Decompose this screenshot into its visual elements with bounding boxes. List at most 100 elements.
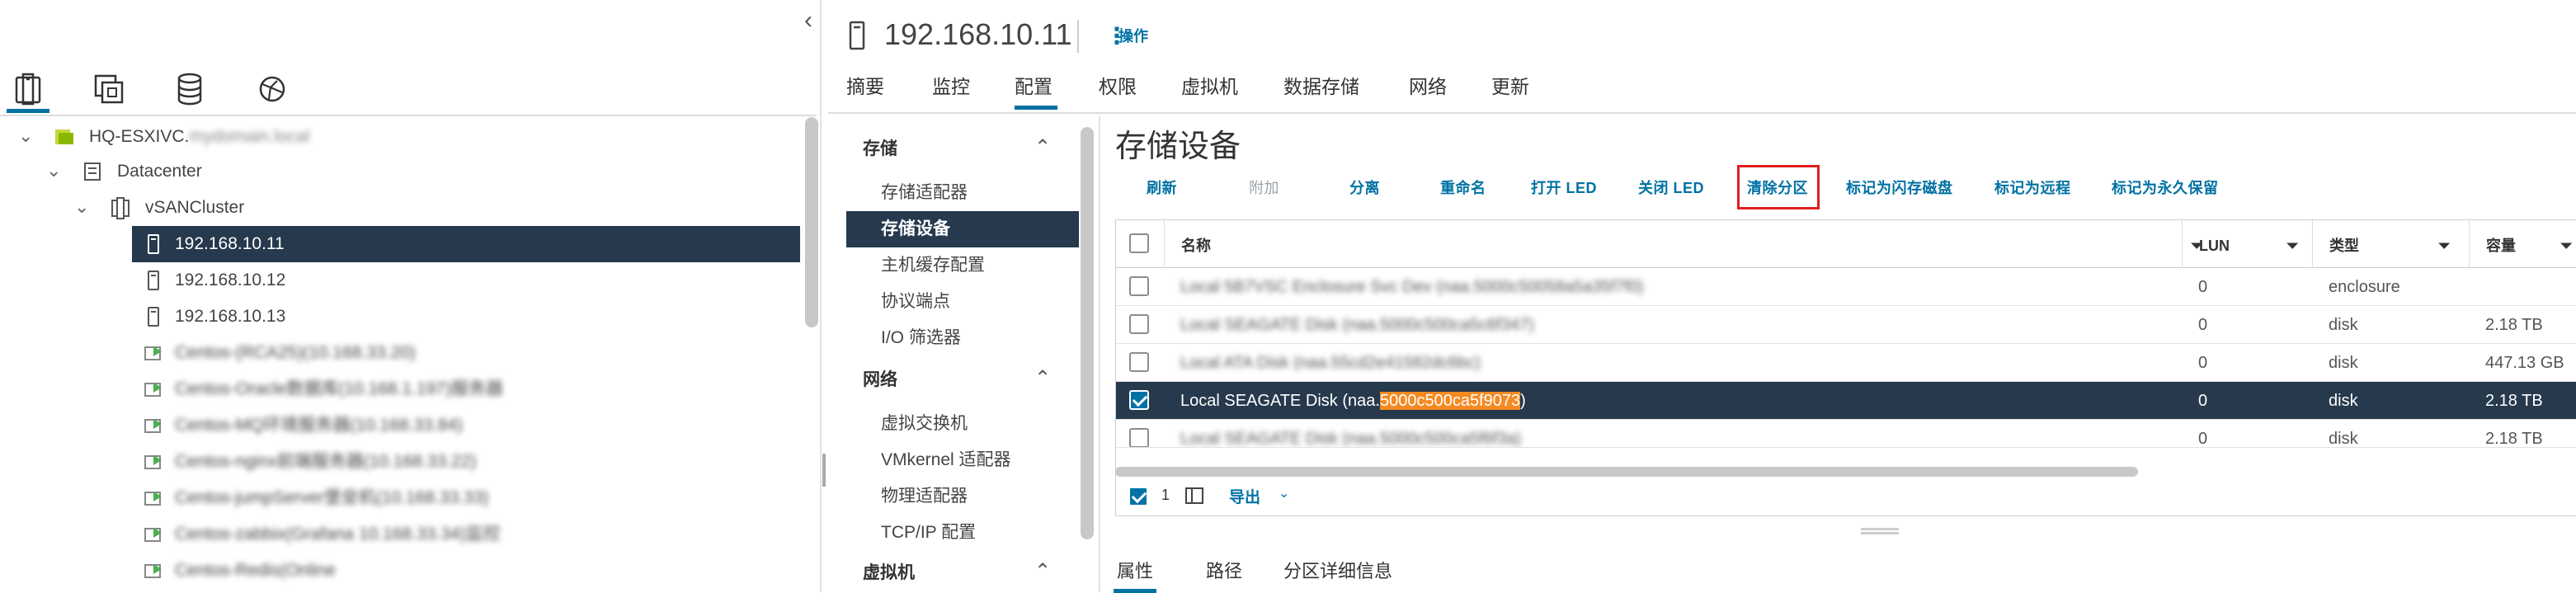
device-capacity: 2.18 TB — [2485, 392, 2543, 410]
device-name: Local SEAGATE Disk (naa.5000c500ca5f6f3a… — [1180, 430, 1522, 448]
subnav-item-vmkernel-adapters[interactable]: VMkernel 适配器 — [846, 442, 1079, 478]
vcenter-icon — [53, 125, 76, 148]
subnav-scrollbar[interactable] — [1081, 127, 1094, 539]
subnav-section-vms[interactable]: 虚拟机 — [863, 561, 915, 586]
tab-configure[interactable]: 配置 — [1015, 73, 1053, 101]
column-toggle-icon[interactable] — [1184, 487, 1204, 505]
tab-paths[interactable]: 路径 — [1206, 559, 1242, 584]
attach-button[interactable]: 附加 — [1249, 176, 1279, 200]
actions-menu-button[interactable]: 操作 — [1118, 26, 1148, 47]
mark-as-flash-button[interactable]: 标记为闪存磁盘 — [1846, 176, 1953, 200]
tab-monitor[interactable]: 监控 — [932, 73, 970, 101]
tree-node-vm[interactable]: Centos-(RCA25)(10.168.33.20) — [0, 335, 804, 371]
column-header-lun[interactable]: LUN ⏷ — [2182, 220, 2312, 268]
tree-node-datacenter[interactable]: ⌄ Datacenter — [0, 153, 804, 190]
tree-node-vm[interactable]: Centos-Redis(Online — [0, 553, 804, 589]
tree-node-vm[interactable]: Centos-nginx前端服务器(10.168.33.22) — [0, 444, 804, 480]
tree-node-label: Centos-zabbix(Grafana 10.168.33.34)监控 — [175, 525, 501, 544]
turn-on-led-button[interactable]: 打开 LED — [1531, 176, 1597, 200]
chevron-down-icon[interactable]: ⌄ — [1279, 485, 1289, 501]
row-checkbox[interactable] — [1129, 276, 1149, 296]
subnav-item-virtual-switches[interactable]: 虚拟交换机 — [846, 406, 1079, 442]
tree-node-vcenter[interactable]: ⌄ HQ-ESXIVC.mydomain.local — [0, 119, 804, 155]
column-header-capacity[interactable]: 容量 ⏷ — [2469, 220, 2576, 268]
subnav-item-physical-adapters[interactable]: 物理适配器 — [846, 478, 1079, 515]
subnav-section-networking[interactable]: 网络 — [863, 368, 897, 393]
refresh-button[interactable]: 刷新 — [1147, 176, 1177, 200]
rename-button[interactable]: 重命名 — [1440, 176, 1486, 200]
chevron-up-icon[interactable]: ⌃ — [1034, 561, 1056, 582]
select-all-checkbox[interactable] — [1129, 233, 1149, 253]
subnav-item-host-cache[interactable]: 主机缓存配置 — [846, 247, 1079, 284]
device-name: Local SEAGATE Disk (naa.5000c500ca5c6f34… — [1180, 316, 1534, 334]
networking-icon[interactable] — [252, 69, 292, 109]
storage-icon[interactable] — [170, 69, 210, 109]
hosts-clusters-icon[interactable] — [8, 69, 48, 109]
table-row[interactable]: Local SEAGATE Disk (naa.5000c500ca5c6f34… — [1116, 306, 2576, 344]
tree-node-host[interactable]: 192.168.10.12 — [0, 262, 804, 299]
tree-node-vm[interactable]: Centos-jumpServer堡垒机(10.168.33.33) — [0, 480, 804, 516]
detach-button[interactable]: 分离 — [1349, 176, 1380, 200]
tab-summary[interactable]: 摘要 — [846, 73, 884, 101]
chevron-down-icon[interactable]: ⌄ — [18, 127, 36, 145]
collapse-pane-icon[interactable]: ‹ — [796, 8, 821, 33]
splitter-grip-icon[interactable] — [822, 454, 826, 487]
pane-splitter[interactable] — [820, 0, 822, 592]
grid-horizontal-scrollbar[interactable] — [1115, 467, 2138, 477]
selection-checkbox-icon[interactable] — [1128, 487, 1148, 506]
chevron-up-icon[interactable]: ⌃ — [1034, 368, 1056, 389]
filter-icon[interactable]: ⏷ — [2438, 237, 2450, 255]
tab-properties[interactable]: 属性 — [1117, 559, 1153, 584]
subnav-item-storage-adapters[interactable]: 存储适配器 — [846, 175, 1079, 211]
tree-node-vm[interactable]: Centos-Oracle数据库(10.168.1.197)服务器 — [0, 371, 804, 407]
device-type: disk — [2329, 430, 2358, 448]
device-lun: 0 — [2198, 354, 2208, 372]
tree-scrollbar[interactable] — [805, 117, 818, 327]
chevron-down-icon[interactable]: ⌄ — [46, 162, 64, 180]
tree-node-label: 192.168.10.11 — [175, 234, 285, 253]
subnav-item-protocol-endpoints[interactable]: 协议端点 — [846, 284, 1079, 320]
row-checkbox[interactable] — [1129, 352, 1149, 372]
table-row[interactable]: Local ATA Disk (naa.55cd2e41582dc6bc) 0 … — [1116, 344, 2576, 382]
tab-vms[interactable]: 虚拟机 — [1181, 73, 1238, 101]
chevron-down-icon[interactable]: ⌄ — [74, 198, 92, 216]
tab-partition-details[interactable]: 分区详细信息 — [1283, 559, 1392, 584]
highlighted-device-id: 5000c500ca5f9073 — [1379, 392, 1521, 410]
subnav-section-storage[interactable]: 存储 — [863, 137, 897, 162]
filter-icon[interactable]: ⏷ — [2560, 237, 2572, 255]
tree-node-cluster[interactable]: ⌄ vSANCluster — [0, 190, 804, 226]
blurred-domain-text: mydomain.local — [189, 127, 310, 146]
row-checkbox[interactable] — [1129, 428, 1149, 447]
mark-as-perennially-reserved-button[interactable]: 标记为永久保留 — [2112, 176, 2219, 200]
chevron-up-icon[interactable]: ⌃ — [1034, 137, 1056, 158]
export-button[interactable]: 导出 — [1229, 485, 1260, 507]
tab-updates[interactable]: 更新 — [1491, 73, 1529, 101]
tab-permissions[interactable]: 权限 — [1099, 73, 1137, 101]
tree-node-vm[interactable]: Centos-MQ环境服务器(10.168.33.84) — [0, 407, 804, 444]
table-row-selected[interactable]: Local SEAGATE Disk (naa.5000c500ca5f9073… — [1116, 382, 2576, 420]
column-header-type[interactable]: 类型 ⏷ — [2312, 220, 2469, 268]
subnav-item-storage-devices[interactable]: 存储设备 — [846, 211, 1079, 247]
tree-node-host-selected[interactable]: 192.168.10.11 — [0, 226, 804, 262]
subnav-item-tcpip-config[interactable]: TCP/IP 配置 — [846, 515, 1079, 551]
device-type: enclosure — [2329, 278, 2400, 296]
filter-icon[interactable]: ⏷ — [2286, 237, 2298, 255]
column-header-name[interactable]: 名称 ⏷ — [1164, 220, 2206, 268]
row-checkbox-checked[interactable] — [1129, 390, 1149, 410]
turn-off-led-button[interactable]: 关闭 LED — [1638, 176, 1704, 200]
device-capacity: 2.18 TB — [2485, 430, 2543, 448]
row-checkbox[interactable] — [1129, 314, 1149, 334]
subnav-item-io-filters[interactable]: I/O 筛选器 — [846, 320, 1079, 356]
device-detail-tabs: 属性 路径 分区详细信息 — [1115, 553, 1775, 592]
table-row[interactable]: Local 5B7VSC Enclosure Svc Dev (naa.5000… — [1116, 268, 2576, 306]
tree-node-host[interactable]: 192.168.10.13 — [0, 299, 804, 335]
panel-resize-handle[interactable] — [1861, 528, 1899, 534]
tab-datastores[interactable]: 数据存储 — [1283, 73, 1359, 101]
vms-templates-icon[interactable] — [89, 69, 129, 109]
tab-networks[interactable]: 网络 — [1409, 73, 1447, 101]
table-row[interactable]: Local SEAGATE Disk (naa.5000c500ca5f6f3a… — [1116, 420, 2576, 448]
tree-node-vm[interactable]: Centos-zabbix(Grafana 10.168.33.34)监控 — [0, 516, 804, 553]
tree-node-label: Centos-nginx前端服务器(10.168.33.22) — [175, 452, 477, 471]
vm-icon — [142, 523, 165, 546]
mark-as-remote-button[interactable]: 标记为远程 — [1994, 176, 2071, 200]
